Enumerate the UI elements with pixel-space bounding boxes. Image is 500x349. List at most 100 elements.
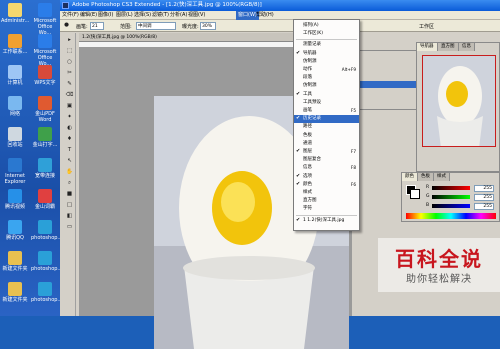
burn-tool-icon[interactable]: ● [62,21,71,30]
menu-item[interactable]: 文件(F) [62,11,79,20]
hand-tool-icon[interactable]: ✋ [65,168,74,177]
navigator-thumbnail[interactable] [422,55,496,147]
crop-tool-icon[interactable]: ✂ [65,69,74,78]
window-menu-item[interactable]: ✔ 颜色 F6 [294,181,359,189]
navigator-panel: 导航器 直方图 信息 [416,42,500,172]
tab-styles[interactable]: 样式 [434,173,450,181]
menu-item[interactable]: 图像(I) [98,11,113,20]
tab-info[interactable]: 信息 [459,43,475,51]
window-menu-item[interactable]: 动作 Alt+F9 [294,66,359,74]
menu-item[interactable]: 图层(L) [116,11,133,20]
range-label: 范围: [120,24,132,30]
desktop-icon[interactable]: 金山词霸 [31,189,59,210]
menu-item[interactable]: 选择(S) [134,11,151,20]
channel-value-field[interactable]: 255 [474,194,494,201]
brush-size-field[interactable]: 21 [90,22,104,30]
menu-item[interactable]: 分析(A) [170,11,187,20]
eraser-tool-icon[interactable]: ⌫ [65,91,74,100]
brush-tool-icon[interactable]: ✎ [65,80,74,89]
desktop-icon[interactable]: 宽带连接 [31,158,59,179]
desktop-icon[interactable]: photoshop... [31,282,62,303]
move-tool-icon[interactable]: ▸ [65,36,74,45]
window-menu-item[interactable]: ✔ 历史记录 [294,115,359,123]
window-menu-item[interactable]: 仿制源 [294,82,359,90]
window-menu-item-label: 工具 [303,91,312,97]
desktop-app-icon [38,189,52,203]
window-menu-item[interactable]: ✔ 图层 F7 [294,148,359,156]
window-menu-item[interactable]: 仿制源 [294,58,359,66]
menu-item[interactable]: 帮助(H) [256,11,274,20]
menu-item[interactable]: 视图(V) [188,11,205,20]
desktop-icon[interactable]: 新建文件夹 [1,251,29,272]
menu-item[interactable]: 编辑(E) [80,11,97,20]
window-menu-item[interactable]: 图层复合 [294,156,359,164]
type-tool-icon[interactable]: T [65,146,74,155]
desktop-icon[interactable]: 金山打字... [31,127,59,148]
workspace-label[interactable]: 工作区 [419,23,434,30]
desktop-app-icon [8,96,22,110]
channel-slider[interactable] [432,186,470,190]
background-color-swatch[interactable] [410,189,420,199]
tab-color[interactable]: 颜色 [402,173,418,181]
dodge-tool-icon[interactable]: ◐ [65,124,74,133]
tab-histogram[interactable]: 直方图 [438,43,459,51]
desktop-icon[interactable]: 新建文件夹 [1,282,29,303]
window-menu-item[interactable]: 信息 F8 [294,164,359,172]
desktop-icon[interactable]: WPS文字 [31,65,59,86]
window-menu-item[interactable]: 工作区(K) [294,30,359,38]
stamp-tool-icon[interactable]: ▣ [65,102,74,111]
screen-mode-icon[interactable]: ▭ [65,223,74,232]
menu-item[interactable]: 滤镜(T) [152,11,169,20]
color-spectrum-bar[interactable] [406,213,496,219]
history-brush-icon[interactable]: ✦ [65,113,74,122]
window-menu-item[interactable]: ✔ 选项 [294,173,359,181]
window-menu-item[interactable]: 工具预设 [294,99,359,107]
channel-value-field[interactable]: 255 [474,203,494,210]
desktop-icon-label: 金山词霸 [34,204,55,210]
range-select[interactable]: 中间调 [136,22,176,30]
desktop-icon[interactable]: 金山PDF Word [31,96,59,123]
pen-tool-icon[interactable]: ♦ [65,135,74,144]
desktop-icon[interactable]: 工作联系... [1,34,29,55]
desktop-icon[interactable]: 网络 [1,96,29,117]
toolbox: ▸ ⬚ ○ ✂ ✎ ⌫ ▣ ✦ ◐ ♦ T ↖ ✋ ⌕ ■ □ ◧ ▭ [63,33,76,316]
desktop-icon[interactable]: photoshop... [31,251,62,272]
desktop-icon[interactable]: 腾讯视频 [1,189,29,210]
window-menu-item[interactable]: 段落 [294,74,359,82]
window-menu-item[interactable]: 路径 [294,123,359,131]
tab-navigator[interactable]: 导航器 [417,43,438,51]
channel-slider[interactable] [432,195,470,199]
window-menu-item[interactable]: 字符 [294,205,359,213]
window-menu-item[interactable]: 直方图 [294,197,359,205]
desktop-icon[interactable]: Administr... [1,3,29,24]
foreground-color-icon[interactable]: ■ [65,190,74,199]
window-menu-item[interactable]: ✔ 导航器 [294,50,359,58]
desktop-icon[interactable]: photoshop... [31,220,62,241]
channel-slider[interactable] [432,204,470,208]
desktop-icon[interactable]: 计算机 [1,65,29,86]
channel-value-field[interactable]: 255 [474,185,494,192]
desktop-app-icon [38,96,52,110]
window-menu-item[interactable]: 画笔 F5 [294,107,359,115]
desktop-icon[interactable]: Microsoft Office Wo... [31,3,59,36]
desktop-icon-label: 回收站 [7,142,23,148]
marquee-tool-icon[interactable]: ⬚ [65,47,74,56]
window-menu-item[interactable]: 排列(A) [294,22,359,30]
desktop-icon[interactable]: 回收站 [1,127,29,148]
window-menu-item[interactable]: 色板 [294,132,359,140]
lasso-tool-icon[interactable]: ○ [65,58,74,67]
desktop-icon[interactable]: 腾讯QQ [1,220,29,241]
path-select-icon[interactable]: ↖ [65,157,74,166]
background-color-icon[interactable]: □ [65,201,74,210]
window-menu-item[interactable]: 样式 [294,189,359,197]
zoom-tool-icon[interactable]: ⌕ [65,179,74,188]
window-menu-item[interactable]: 通道 [294,140,359,148]
desktop-icon[interactable]: Microsoft Office Wo... [31,34,59,67]
exposure-field[interactable]: 30% [200,22,216,30]
tab-swatches[interactable]: 色板 [418,173,434,181]
quick-mask-icon[interactable]: ◧ [65,212,74,221]
window-menu-item[interactable]: 测量记录 [294,41,359,49]
window-menu-item[interactable]: ✔ 1 1.2(快)深工具.jpg [294,217,359,225]
desktop-icon[interactable]: Internet Explorer [1,158,29,185]
window-menu-item[interactable]: ✔ 工具 [294,91,359,99]
